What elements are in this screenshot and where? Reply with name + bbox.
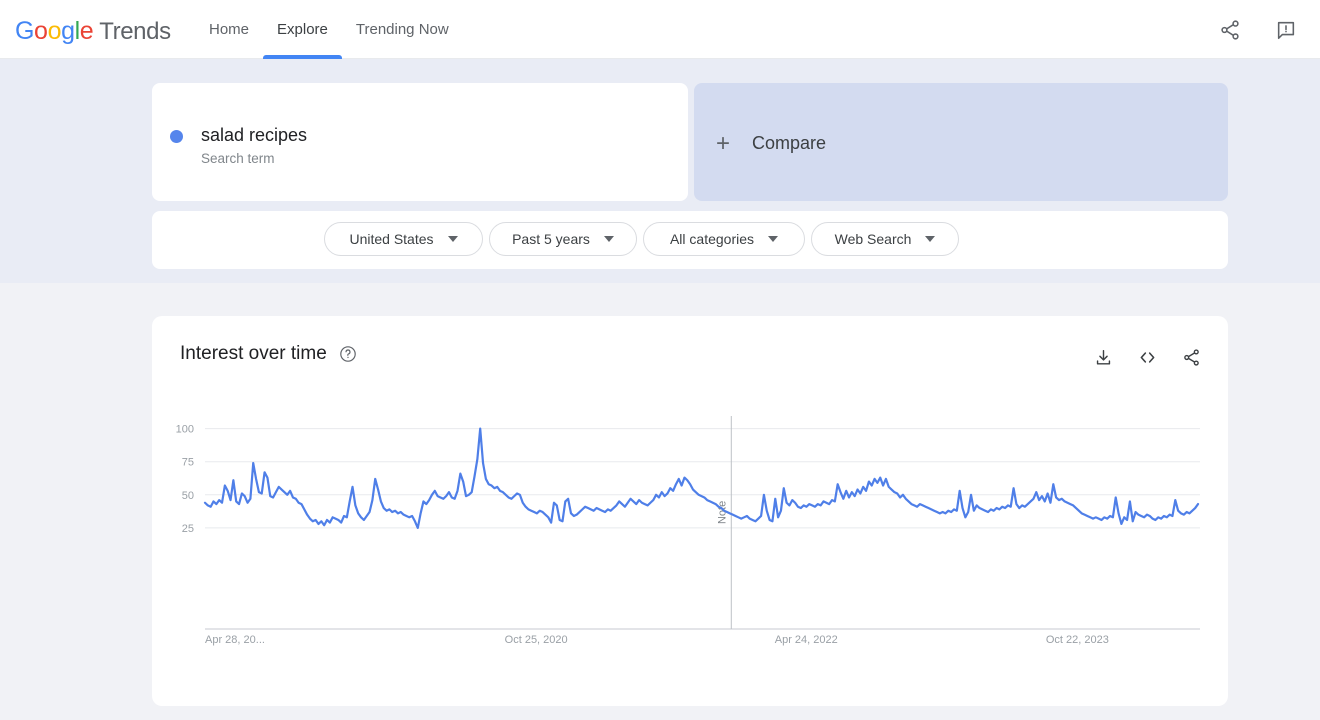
chevron-down-icon	[447, 236, 458, 242]
location-filter-label: United States	[349, 231, 434, 247]
time-range-filter-label: Past 5 years	[512, 231, 590, 247]
svg-text:50: 50	[182, 490, 194, 502]
svg-text:Apr 24, 2022: Apr 24, 2022	[775, 634, 838, 646]
search-type-filter-label: Web Search	[834, 231, 912, 247]
category-filter-label: All categories	[669, 231, 755, 247]
nav-item-trending-now[interactable]: Trending Now	[342, 0, 463, 59]
svg-text:75: 75	[182, 457, 194, 469]
category-filter[interactable]: All categories	[643, 222, 805, 256]
chevron-down-icon	[768, 236, 779, 242]
logo-letter-o1: o	[34, 17, 48, 45]
interest-over-time-card: Interest over time 100 75 50 25 Note Apr…	[152, 316, 1228, 706]
search-term-row: salad recipes Search term	[170, 123, 307, 169]
filters-bar: United States Past 5 years All categorie…	[152, 211, 1228, 269]
share-icon[interactable]	[1214, 14, 1246, 46]
google-trends-logo[interactable]: Google Trends	[15, 17, 171, 46]
nav-item-home[interactable]: Home	[195, 0, 263, 59]
chevron-down-icon	[603, 236, 614, 242]
share-chart-icon[interactable]	[1176, 342, 1206, 372]
top-bar-actions	[1194, 14, 1302, 46]
query-band: salad recipes Search term + Compare Unit…	[0, 59, 1320, 283]
interest-over-time-plot[interactable]: 100 75 50 25 Note Apr 28, 20... Oct 25, 2020 Ap…	[152, 416, 1228, 651]
embed-code-icon[interactable]	[1132, 342, 1162, 372]
svg-text:100: 100	[176, 424, 194, 436]
search-term-texts: salad recipes Search term	[201, 123, 307, 169]
main-nav: Home Explore Trending Now	[195, 0, 463, 59]
series-color-dot	[170, 130, 183, 143]
chart-actions	[1088, 342, 1206, 372]
search-term-card[interactable]: salad recipes Search term	[152, 83, 688, 201]
trend-line-chart[interactable]: 100755025NoteApr 28, 20... Oct 25, 2020 Ap…	[152, 416, 1228, 651]
svg-text:Oct 22, 2023: Oct 22, 2023	[1046, 634, 1109, 646]
compare-inner: + Compare	[716, 129, 827, 157]
chart-header: Interest over time	[180, 343, 357, 365]
svg-text:Apr 28, 20...: Apr 28, 20...	[205, 634, 265, 646]
compare-label: Compare	[752, 133, 827, 153]
svg-text:Oct 25, 2020: Oct 25, 2020	[505, 634, 568, 646]
download-csv-icon[interactable]	[1088, 342, 1118, 372]
svg-text:25: 25	[182, 523, 194, 535]
chart-title: Interest over time	[180, 343, 327, 364]
search-type-filter[interactable]: Web Search	[811, 222, 959, 256]
logo-letter-g1: G	[15, 17, 35, 45]
help-icon[interactable]	[339, 345, 357, 363]
logo-letter-g2: g	[61, 17, 75, 45]
top-navigation-bar: Google Trends Home Explore Trending Now	[0, 0, 1320, 59]
search-term-subtitle: Search term	[201, 151, 275, 166]
logo-letter-e: e	[79, 17, 94, 45]
time-range-filter[interactable]: Past 5 years	[489, 222, 637, 256]
feedback-icon[interactable]	[1270, 14, 1302, 46]
nav-item-explore[interactable]: Explore	[263, 0, 342, 59]
logo-letter-o2: o	[47, 17, 62, 45]
compare-card[interactable]: + Compare	[694, 83, 1228, 201]
logo-word-trends: Trends	[99, 18, 171, 45]
chevron-down-icon	[925, 236, 936, 242]
location-filter[interactable]: United States	[324, 222, 483, 256]
plus-icon: +	[716, 129, 731, 157]
search-term-title: salad recipes	[201, 125, 308, 145]
